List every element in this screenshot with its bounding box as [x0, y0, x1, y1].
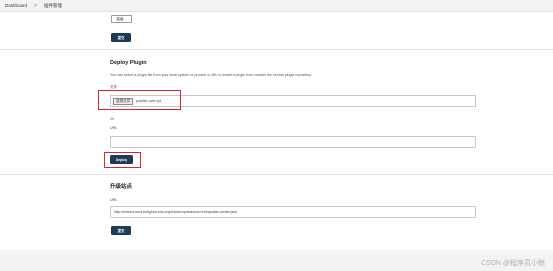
- breadcrumb-plugin-manager[interactable]: 插件管理: [44, 3, 62, 9]
- breadcrumb: Dashboard > 插件管理: [0, 0, 553, 12]
- highlight-box-file: [98, 90, 181, 110]
- update-site-url-input[interactable]: http://mirrors.tuna.tsinghua.edu.cn/jenk…: [110, 206, 476, 218]
- highlight-box-deploy: [104, 152, 141, 168]
- plugin-url-input[interactable]: [110, 136, 476, 148]
- top-submit-button[interactable]: 提交: [111, 33, 131, 42]
- advanced-button[interactable]: 高级...: [111, 15, 132, 23]
- breadcrumb-dashboard[interactable]: Dashboard: [5, 3, 27, 8]
- deploy-plugin-title: Deploy Plugin: [110, 60, 147, 66]
- url-label: URL: [110, 126, 118, 130]
- or-label: Or: [110, 117, 114, 121]
- page-footer: [0, 250, 553, 271]
- update-submit-button[interactable]: 提交: [111, 226, 131, 235]
- update-site-title: 升级站点: [110, 184, 133, 190]
- update-url-label: URL: [110, 198, 118, 202]
- chevron-right-icon: >: [34, 2, 37, 9]
- section-divider: [0, 49, 553, 50]
- watermark: CSDN @程序员小鲸: [481, 260, 545, 267]
- deploy-description: You can select a plugin file from your l…: [110, 73, 312, 77]
- section-divider: [0, 174, 553, 175]
